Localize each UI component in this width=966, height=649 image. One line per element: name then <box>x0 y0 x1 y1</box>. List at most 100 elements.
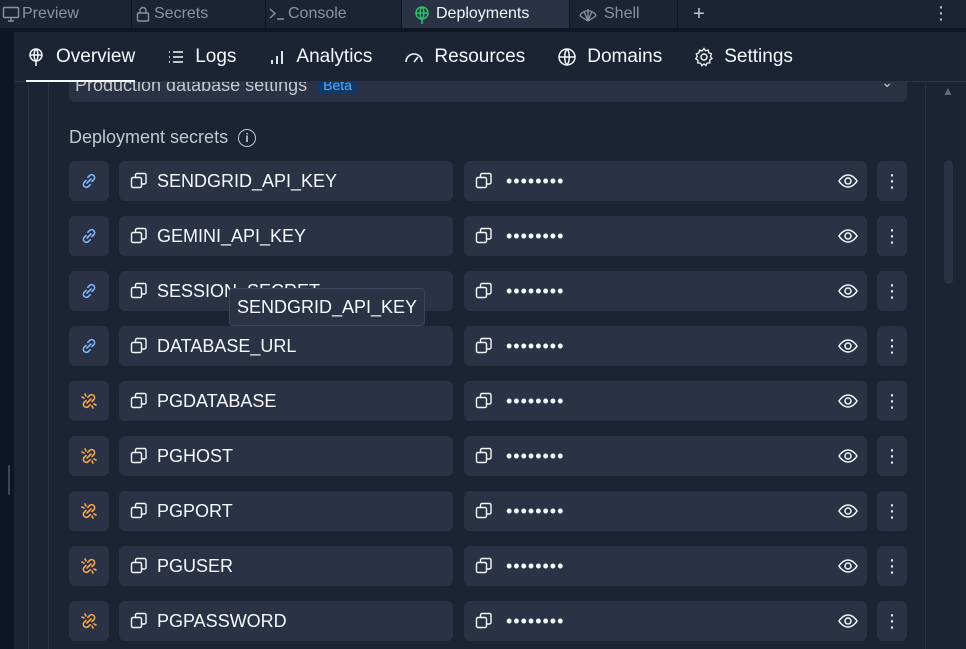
subnav-overview[interactable]: Overview <box>26 32 136 82</box>
tab-shell[interactable]: Shell <box>570 0 678 28</box>
copy-icon[interactable] <box>475 172 493 190</box>
eye-icon[interactable] <box>837 280 859 302</box>
subnav-domains[interactable]: Domains <box>557 32 662 82</box>
copy-icon[interactable] <box>130 557 148 575</box>
eye-icon[interactable] <box>837 170 859 192</box>
subnav-resources[interactable]: Resources <box>404 32 525 82</box>
secret-value-field[interactable]: •••••••• <box>464 271 867 311</box>
secret-key-field[interactable]: PGPASSWORD <box>119 601 453 641</box>
secret-key-field[interactable]: PGHOST <box>119 436 453 476</box>
secret-key: PGHOST <box>157 445 234 466</box>
secret-key-field[interactable]: SENDGRID_API_KEY <box>119 161 453 201</box>
secret-value-field[interactable]: •••••••• <box>464 436 867 476</box>
copy-icon[interactable] <box>475 447 493 465</box>
secret-menu-button[interactable]: ⋮ <box>877 601 907 641</box>
secret-value: •••••••• <box>506 225 565 246</box>
secret-key-field[interactable]: PGUSER <box>119 546 453 586</box>
copy-icon[interactable] <box>475 392 493 410</box>
eye-icon[interactable] <box>837 390 859 412</box>
link-status-button[interactable] <box>69 271 109 311</box>
eye-icon[interactable] <box>837 555 859 577</box>
secret-key: PGPORT <box>157 500 233 521</box>
broken-link-icon <box>81 558 97 574</box>
secret-key-field[interactable]: GEMINI_API_KEY <box>119 216 453 256</box>
link-status-button[interactable] <box>69 491 109 531</box>
secret-value-field[interactable]: •••••••• <box>464 601 867 641</box>
link-status-button[interactable] <box>69 601 109 641</box>
secret-value-field[interactable]: •••••••• <box>464 326 867 366</box>
secret-menu-button[interactable]: ⋮ <box>877 381 907 421</box>
scroll-thumb[interactable] <box>944 160 953 284</box>
eye-icon[interactable] <box>837 500 859 522</box>
secret-key-field[interactable]: PGDATABASE <box>119 381 453 421</box>
secret-key: PGDATABASE <box>157 390 277 411</box>
list-icon <box>169 50 184 63</box>
eye-icon[interactable] <box>837 445 859 467</box>
deployments-icon <box>29 47 43 66</box>
secret-menu-button[interactable]: ⋮ <box>877 271 907 311</box>
resize-handle[interactable] <box>8 465 10 495</box>
bar-chart-icon <box>271 50 284 64</box>
secret-key-field[interactable]: DATABASE_URL <box>119 326 453 366</box>
secret-menu-button[interactable]: ⋮ <box>877 436 907 476</box>
secret-row: GEMINI_API_KEY •••••••• ⋮ <box>69 216 919 256</box>
link-status-button[interactable] <box>69 161 109 201</box>
database-settings-accordion[interactable]: Production database settings Beta ⌄ <box>69 82 907 102</box>
link-status-button[interactable] <box>69 381 109 421</box>
secret-key: PGPASSWORD <box>157 610 287 631</box>
copy-icon[interactable] <box>130 337 148 355</box>
subnav-settings[interactable]: Settings <box>694 32 793 82</box>
copy-icon[interactable] <box>130 612 148 630</box>
link-status-button[interactable] <box>69 436 109 476</box>
eye-icon[interactable] <box>837 610 859 632</box>
link-icon <box>82 338 96 354</box>
copy-icon[interactable] <box>475 282 493 300</box>
copy-icon[interactable] <box>130 447 148 465</box>
tab-menu-button[interactable]: ⋮ <box>932 2 950 24</box>
copy-icon[interactable] <box>130 502 148 520</box>
info-icon[interactable]: i <box>238 128 257 147</box>
secret-menu-button[interactable]: ⋮ <box>877 491 907 531</box>
copy-icon[interactable] <box>130 227 148 245</box>
link-status-button[interactable] <box>69 326 109 366</box>
secret-value-field[interactable]: •••••••• <box>464 491 867 531</box>
secret-key: SENDGRID_API_KEY <box>157 170 338 191</box>
secret-row: PGDATABASE •••••••• ⋮ <box>69 381 919 421</box>
eye-icon[interactable] <box>837 335 859 357</box>
add-tab-button[interactable]: + <box>678 0 720 28</box>
copy-icon[interactable] <box>130 282 148 300</box>
tab-console[interactable]: Console <box>266 0 402 28</box>
copy-icon[interactable] <box>475 502 493 520</box>
scroll-up-icon[interactable]: ▲ <box>942 84 954 98</box>
copy-icon[interactable] <box>475 612 493 630</box>
tab-secrets[interactable]: Secrets <box>132 0 266 28</box>
copy-icon[interactable] <box>475 337 493 355</box>
secret-menu-button[interactable]: ⋮ <box>877 326 907 366</box>
eye-icon[interactable] <box>837 225 859 247</box>
secret-key-tooltip: SENDGRID_API_KEY <box>229 288 426 326</box>
secret-menu-button[interactable]: ⋮ <box>877 216 907 256</box>
copy-icon[interactable] <box>475 227 493 245</box>
copy-icon[interactable] <box>130 172 148 190</box>
copy-icon[interactable] <box>475 557 493 575</box>
secret-key-field[interactable]: PGPORT <box>119 491 453 531</box>
scrollbar[interactable]: ▲ <box>942 82 958 649</box>
link-status-button[interactable] <box>69 546 109 586</box>
subnav-logs[interactable]: Logs <box>167 32 236 82</box>
tab-deployments[interactable]: Deployments <box>402 0 570 28</box>
secret-menu-button[interactable]: ⋮ <box>877 161 907 201</box>
broken-link-icon <box>81 503 97 519</box>
copy-icon[interactable] <box>130 392 148 410</box>
tab-preview[interactable]: Preview <box>0 0 132 28</box>
monitor-icon <box>2 6 20 22</box>
accordion-label: Production database settings <box>75 82 308 95</box>
secret-value: •••••••• <box>506 280 565 301</box>
tab-label: Secrets <box>154 5 209 22</box>
secret-value-field[interactable]: •••••••• <box>464 546 867 586</box>
secret-menu-button[interactable]: ⋮ <box>877 546 907 586</box>
secret-value-field[interactable]: •••••••• <box>464 381 867 421</box>
secret-value-field[interactable]: •••••••• <box>464 161 867 201</box>
subnav-analytics[interactable]: Analytics <box>268 32 372 82</box>
secret-value-field[interactable]: •••••••• <box>464 216 867 256</box>
link-status-button[interactable] <box>69 216 109 256</box>
